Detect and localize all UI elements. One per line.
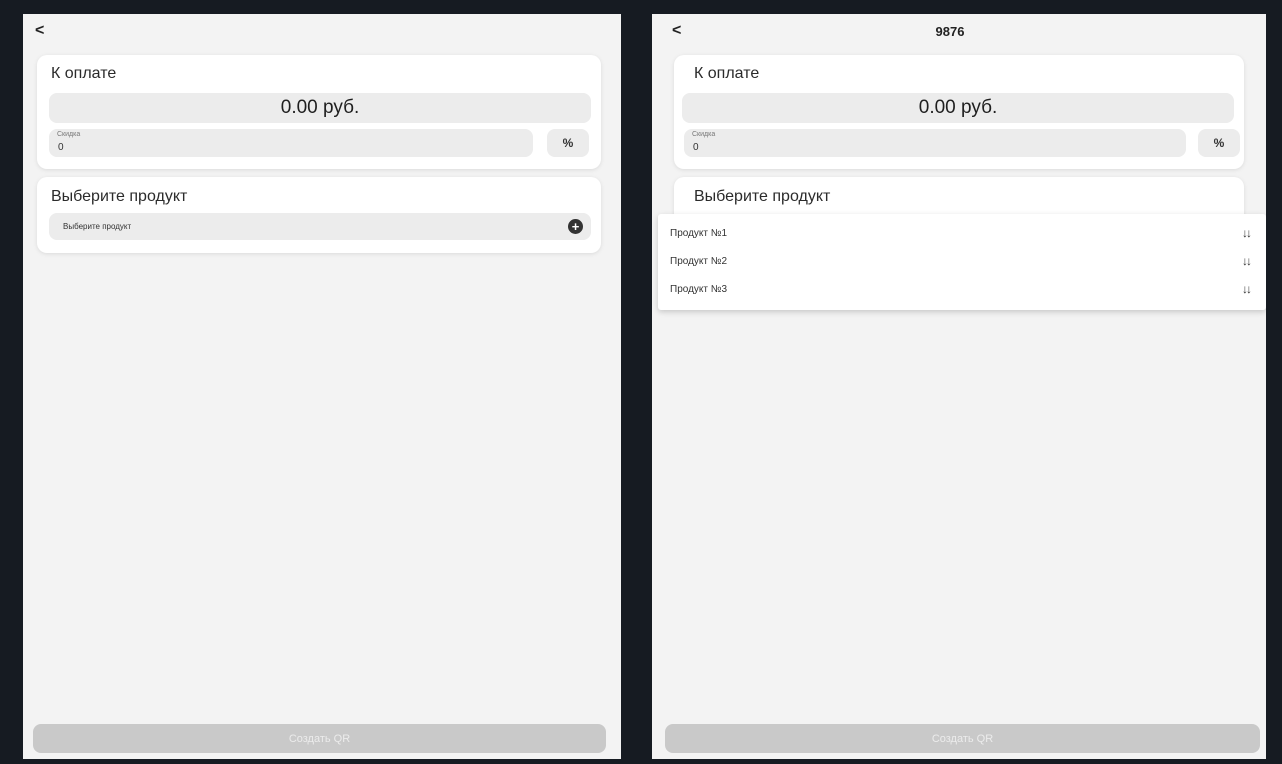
dropdown-item-label: Продукт №1 xyxy=(670,228,728,239)
product-dropdown: Продукт №1 ↓↓ Продукт №2 ↓↓ Продукт №3 ↓… xyxy=(658,214,1266,310)
product-select[interactable]: Выберите продукт + xyxy=(49,213,591,240)
dropdown-item[interactable]: Продукт №3 ↓↓ xyxy=(658,275,1266,303)
payment-title: К оплате xyxy=(694,65,760,82)
plus-circle-icon[interactable]: + xyxy=(568,219,583,234)
product-card: Выберите продукт Выберите продукт + xyxy=(37,177,601,253)
dropdown-item-label: Продукт №2 xyxy=(670,256,728,267)
top-bar: < 9876 xyxy=(652,14,1266,50)
discount-value: 0 xyxy=(58,142,64,153)
discount-label: Скидка xyxy=(57,131,81,138)
dropdown-item[interactable]: Продукт №2 ↓↓ xyxy=(658,247,1266,275)
product-title: Выберите продукт xyxy=(51,188,188,205)
percent-button[interactable]: % xyxy=(547,129,589,157)
dropdown-item[interactable]: Продукт №1 ↓↓ xyxy=(658,219,1266,247)
discount-value: 0 xyxy=(693,142,699,153)
percent-icon: % xyxy=(562,136,574,150)
create-qr-label: Создать QR xyxy=(931,732,994,745)
sort-arrows-icon: ↓↓ xyxy=(1242,226,1252,240)
amount-display: 0.00 руб. xyxy=(49,93,591,123)
discount-field[interactable]: Скидка 0 xyxy=(684,129,1186,157)
amount-value: 0.00 руб. xyxy=(918,97,998,118)
page-title: 9876 xyxy=(935,24,965,39)
payment-title: К оплате xyxy=(51,65,117,82)
top-bar: < xyxy=(23,14,621,50)
sort-arrows-icon: ↓↓ xyxy=(1242,282,1252,296)
product-title: Выберите продукт xyxy=(694,188,831,205)
payment-card: К оплате 0.00 руб. Скидка 0 % xyxy=(37,55,601,169)
dropdown-item-label: Продукт №3 xyxy=(670,284,728,295)
create-qr-button[interactable]: Создать QR xyxy=(33,724,606,753)
create-qr-label: Создать QR xyxy=(288,732,351,745)
sort-arrows-icon: ↓↓ xyxy=(1242,254,1252,268)
percent-icon: % xyxy=(1213,136,1225,150)
back-icon[interactable]: < xyxy=(35,23,44,39)
left-screen: < К оплате 0.00 руб. Скидка 0 % Выберите… xyxy=(23,14,621,759)
right-screen: < 9876 К оплате 0.00 руб. Скидка 0 % Выб… xyxy=(652,14,1266,759)
amount-display: 0.00 руб. xyxy=(682,93,1234,123)
discount-label: Скидка xyxy=(692,131,716,138)
percent-button[interactable]: % xyxy=(1198,129,1240,157)
create-qr-button[interactable]: Создать QR xyxy=(665,724,1260,753)
product-select-label: Выберите продукт xyxy=(63,222,132,231)
payment-card: К оплате 0.00 руб. Скидка 0 % xyxy=(674,55,1244,169)
amount-value: 0.00 руб. xyxy=(280,97,360,118)
discount-field[interactable]: Скидка 0 xyxy=(49,129,533,157)
